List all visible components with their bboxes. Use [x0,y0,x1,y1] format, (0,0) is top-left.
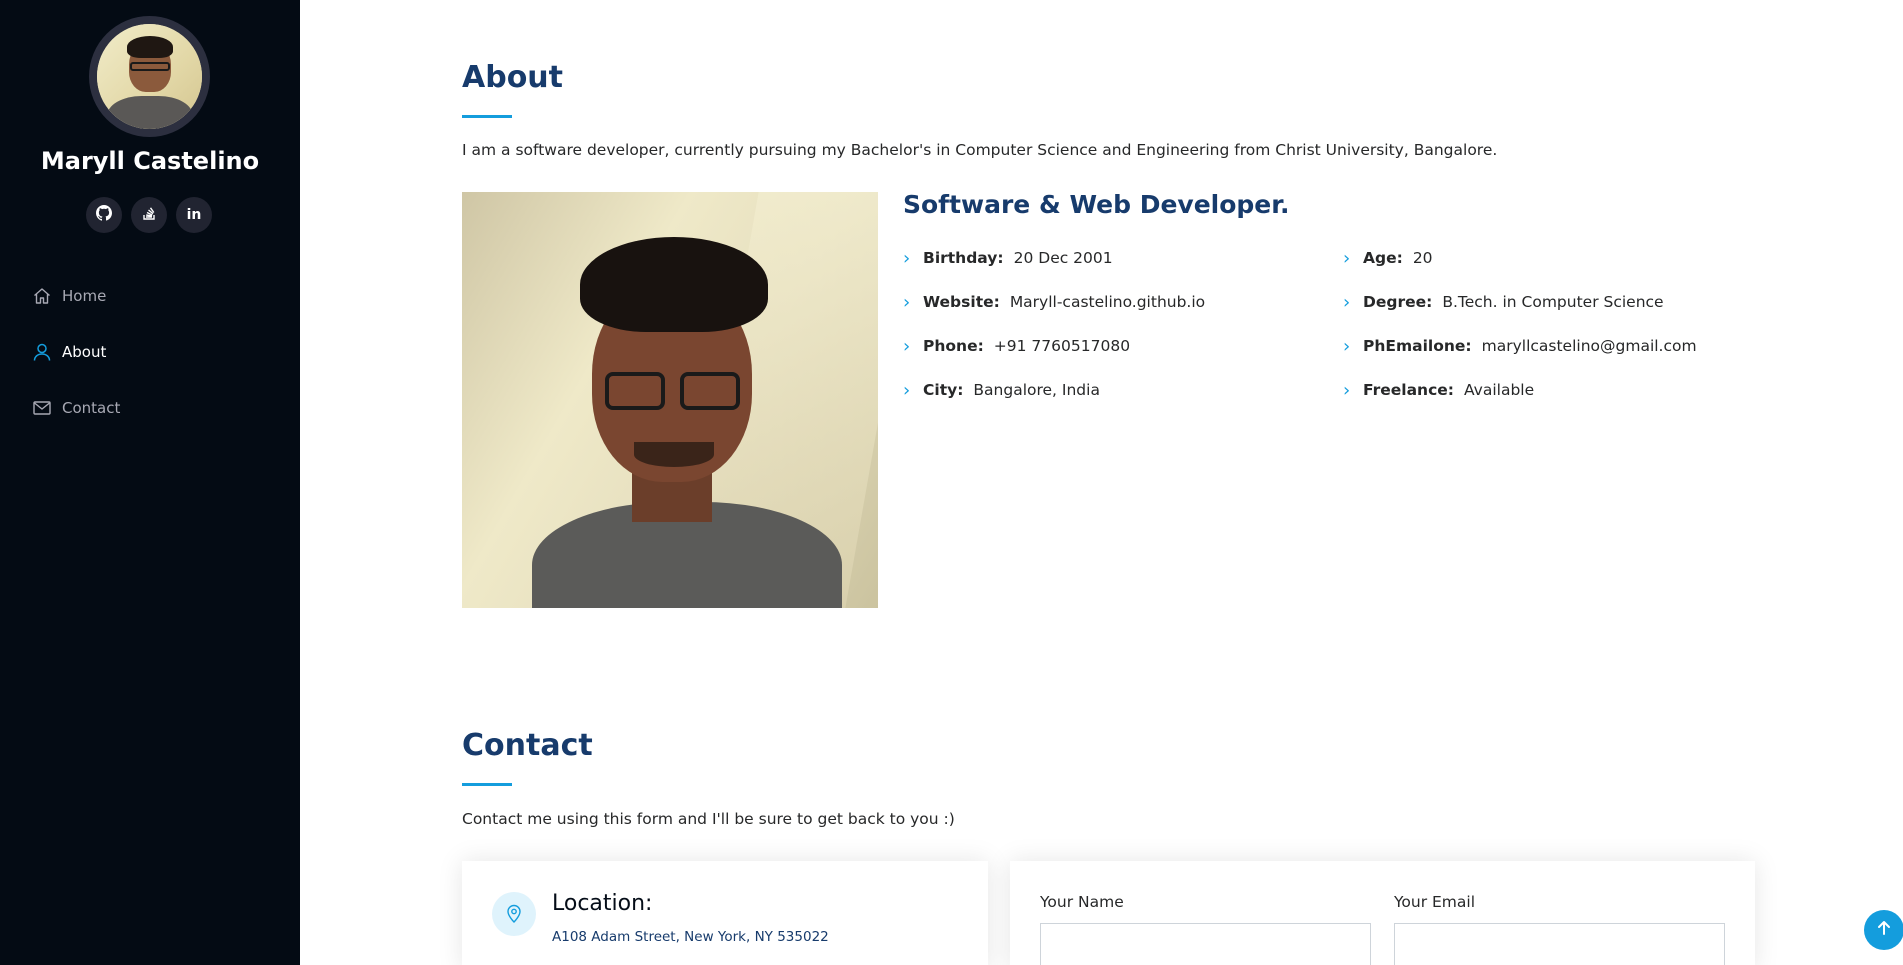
info-item-degree: › Degree: B.Tech. in Computer Science [1343,280,1697,324]
chevron-right-icon: › [1343,379,1351,401]
info-label: Birthday: [923,249,1004,267]
info-value: Available [1463,381,1535,399]
info-value: 20 [1412,249,1433,267]
about-title-underline [462,115,512,118]
info-value: Maryll-castelino.github.io [1009,293,1206,311]
main-nav: Home About Contact [30,268,120,436]
name-input[interactable] [1040,923,1371,965]
info-value: 20 Dec 2001 [1013,249,1113,267]
info-item-website: › Website: Maryll-castelino.github.io [903,280,1205,324]
info-value: B.Tech. in Computer Science [1442,293,1664,311]
chevron-right-icon: › [1343,335,1351,357]
info-value: Bangalore, India [973,381,1100,399]
info-label: Age: [1363,249,1403,267]
info-item-birthday: › Birthday: 20 Dec 2001 [903,236,1205,280]
nav-item-home[interactable]: Home [30,268,120,324]
info-label: PhEmailone: [1363,337,1472,355]
info-item-phone: › Phone: +91 7760517080 [903,324,1205,368]
main-content: About I am a software developer, current… [300,0,1903,965]
info-label: City: [923,381,964,399]
location-title: Location: [552,891,653,916]
info-item-city: › City: Bangalore, India [903,368,1205,412]
contact-title-underline [462,783,512,786]
envelope-icon [30,396,54,420]
info-value: maryllcastelino@gmail.com [1481,337,1697,355]
email-label: Your Email [1394,893,1476,911]
nav-item-about[interactable]: About [30,324,120,380]
linkedin-link[interactable]: in [176,197,212,233]
stack-overflow-icon [141,205,157,225]
arrow-up-icon [1875,919,1893,941]
avatar-image [97,24,202,129]
github-icon [96,205,112,225]
info-label: Degree: [1363,293,1433,311]
github-link[interactable] [86,197,122,233]
name-label: Your Name [1040,893,1124,911]
linkedin-icon: in [186,207,202,223]
home-icon [30,284,54,308]
person-icon [30,340,54,364]
social-links: in [86,197,212,233]
info-list-left: › Birthday: 20 Dec 2001 › Website: Maryl… [903,236,1205,412]
contact-intro: Contact me using this form and I'll be s… [462,810,955,828]
about-subtitle: Software & Web Developer. [903,190,1290,219]
info-item-age: › Age: 20 [1343,236,1697,280]
info-label: Phone: [923,337,984,355]
info-item-email: › PhEmailone: maryllcastelino@gmail.com [1343,324,1697,368]
email-input[interactable] [1394,923,1725,965]
chevron-right-icon: › [1343,247,1351,269]
map-pin-icon [492,892,536,936]
back-to-top-button[interactable] [1864,910,1903,950]
sidebar: Maryll Castelino in Home About Contact [0,0,300,965]
about-intro: I am a software developer, currently pur… [462,141,1498,159]
nav-label-about: About [62,343,107,361]
profile-name: Maryll Castelino [40,147,260,175]
nav-label-contact: Contact [62,399,121,417]
contact-form: Your Name Your Email [1010,861,1755,965]
stack-overflow-link[interactable] [131,197,167,233]
profile-avatar [89,16,210,137]
info-label: Website: [923,293,1000,311]
location-address: A108 Adam Street, New York, NY 535022 [552,929,829,945]
info-list-right: › Age: 20 › Degree: B.Tech. in Computer … [1343,236,1697,412]
nav-item-contact[interactable]: Contact [30,380,120,436]
chevron-right-icon: › [903,291,911,313]
chevron-right-icon: › [903,379,911,401]
about-title: About [462,60,564,95]
nav-label-home: Home [62,287,107,305]
chevron-right-icon: › [903,247,911,269]
location-card: Location: A108 Adam Street, New York, NY… [462,861,988,965]
chevron-right-icon: › [1343,291,1351,313]
info-label: Freelance: [1363,381,1454,399]
info-item-freelance: › Freelance: Available [1343,368,1697,412]
chevron-right-icon: › [903,335,911,357]
contact-title: Contact [462,728,593,763]
profile-photo [462,192,878,608]
info-value: +91 7760517080 [993,337,1131,355]
